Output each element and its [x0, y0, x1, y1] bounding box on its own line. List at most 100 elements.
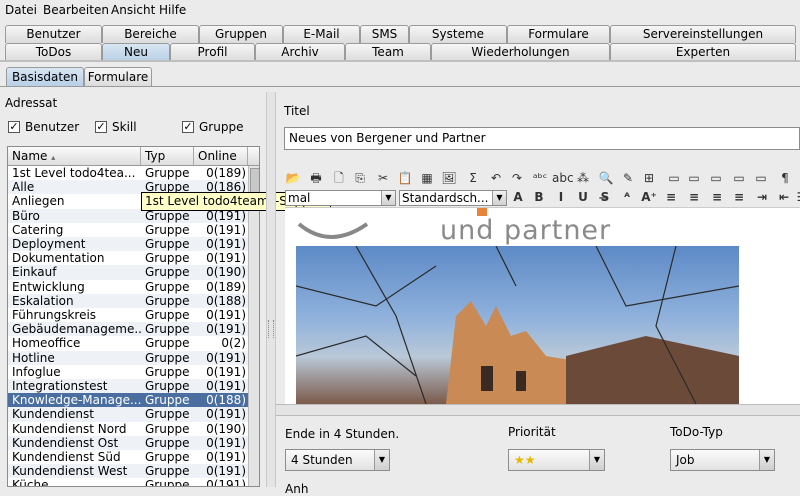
special-chars-icon[interactable]: ⁂ [575, 170, 591, 186]
font-smaller-icon[interactable]: ᴬ [619, 189, 635, 205]
tab-sms[interactable]: SMS [360, 25, 409, 43]
highlight-icon[interactable]: ✎ [620, 170, 636, 186]
menu-bearbeiten[interactable]: Bearbeiten [43, 3, 109, 17]
tab-systeme[interactable]: Systeme [409, 25, 507, 43]
print-icon[interactable]: 🖶 [308, 170, 324, 186]
list-scrollbar[interactable] [248, 166, 259, 486]
align-right-icon[interactable]: ≡ [709, 189, 725, 205]
todotyp-select[interactable]: Job ▼ [670, 449, 775, 471]
menu-ansicht[interactable]: Ansicht [111, 3, 155, 17]
list-item[interactable]: Hotline Gruppe 0(191) [8, 350, 248, 365]
tab-bereiche[interactable]: Bereiche [102, 25, 199, 43]
undo-icon[interactable]: ↶ [488, 170, 504, 186]
cell-online: 0(189) [206, 166, 246, 180]
list-item[interactable]: Kundendienst Gruppe 0(191) [8, 407, 248, 422]
sum-icon[interactable]: Σ [465, 170, 481, 186]
menu-datei[interactable]: Datei [5, 3, 37, 17]
subtab-formulare[interactable]: Formulare [84, 67, 152, 86]
list-item[interactable]: 1st Level todo4tea... Gruppe 0(189) [8, 166, 248, 180]
list-item[interactable]: Kundendienst Nord Gruppe 0(190) [8, 422, 248, 436]
redo-icon[interactable]: ↷ [509, 170, 525, 186]
list-item[interactable]: Entwicklung Gruppe 0(189) [8, 280, 248, 294]
tab-benutzer[interactable]: Benutzer [5, 25, 102, 43]
list-item[interactable]: Führungskreis Gruppe 0(191) [8, 308, 248, 322]
font-larger-icon[interactable]: A⁺ [641, 189, 657, 205]
list-icon[interactable]: ☰ [794, 189, 800, 205]
panel-splitter[interactable] [266, 92, 276, 487]
spellcheck-abc-icon[interactable]: abc [552, 170, 574, 186]
list-item[interactable]: Infoglue Gruppe 0(191) [8, 365, 248, 379]
column-header-name[interactable]: Name ▴ [8, 147, 141, 165]
print-preview-icon[interactable]: 🗋 [331, 170, 347, 186]
list-item[interactable]: Integrationstest Gruppe 0(191) [8, 379, 248, 394]
tab-archiv[interactable]: Archiv [255, 43, 345, 61]
splitter-grip[interactable] [268, 320, 274, 338]
frame-icon[interactable]: ▭ [708, 170, 724, 186]
list-item[interactable]: Einkauf Gruppe 0(190) [8, 265, 248, 280]
justify-icon[interactable]: ≡ [731, 189, 747, 205]
tab-neu[interactable]: Neu [102, 43, 170, 61]
tab-email[interactable]: E-Mail [283, 25, 360, 43]
outdent-icon[interactable]: ⇤ [776, 189, 792, 205]
font-color-icon[interactable]: A [510, 189, 526, 205]
font-family-select[interactable]: Standardsch... ▼ [399, 190, 507, 206]
titel-input[interactable]: Neues von Bergener und Partner [284, 127, 800, 150]
align-left-icon[interactable]: ≡ [663, 189, 679, 205]
list-item[interactable]: Kundendienst West Gruppe 0(191) [8, 464, 248, 479]
open-folder-icon[interactable]: 📂 [285, 170, 301, 186]
tab-profil[interactable]: Profil [170, 43, 255, 61]
cell-online: 0(191) [206, 435, 246, 450]
list-item[interactable]: Dokumentation Gruppe 0(191) [8, 251, 248, 265]
editor-resize-handle[interactable] [276, 404, 800, 416]
ende-select[interactable]: 4 Stunden ▼ [285, 449, 390, 471]
italic-icon[interactable]: I [553, 189, 569, 205]
list-item[interactable]: Küche Gruppe 0(191) [8, 478, 248, 486]
list-item[interactable]: Deployment Gruppe 0(191) [8, 237, 248, 252]
benutzer-checkbox[interactable]: ✓ [8, 121, 20, 133]
cut-icon[interactable]: ✂ [375, 170, 391, 186]
tab-gruppen[interactable]: Gruppen [199, 25, 283, 43]
find-icon[interactable]: 🔍 [598, 170, 614, 186]
frame-icon[interactable]: ▭ [753, 170, 769, 186]
tab-servereinstellungen[interactable]: Servereinstellungen [610, 25, 796, 43]
align-center-icon[interactable]: ≡ [686, 189, 702, 205]
list-item[interactable]: Kundendienst Süd Gruppe 0(191) [8, 450, 248, 464]
tab-team[interactable]: Team [345, 43, 431, 61]
strikethrough-icon[interactable]: S̶ [597, 189, 613, 205]
menu-hilfe[interactable]: Hilfe [159, 3, 186, 17]
cell-typ: Gruppe [145, 407, 190, 422]
copy-icon[interactable]: ⎘ [352, 170, 368, 186]
column-header-typ[interactable]: Typ [141, 147, 194, 165]
frame-icon[interactable]: ▭ [666, 170, 682, 186]
list-item[interactable]: Catering Gruppe 0(191) [8, 223, 248, 237]
tab-experten[interactable]: Experten [610, 43, 796, 61]
frame-icon[interactable]: ▭ [686, 170, 702, 186]
paste-icon[interactable]: 📋 [397, 170, 413, 186]
paragraph-format-select[interactable]: mal ▼ [285, 190, 396, 206]
indent-icon[interactable]: ⇥ [754, 189, 770, 205]
list-item[interactable]: Eskalation Gruppe 0(188) [8, 293, 248, 308]
subtab-basisdaten[interactable]: Basisdaten [6, 67, 84, 86]
tab-formulare[interactable]: Formulare [507, 25, 610, 43]
grid-icon[interactable]: ⊞ [641, 170, 657, 186]
list-item[interactable]: Gebäudemanageme... Gruppe 0(191) [8, 322, 248, 337]
rich-text-editor[interactable]: und partner [285, 207, 800, 404]
tab-wiederholungen[interactable]: Wiederholungen [431, 43, 610, 61]
table-icon[interactable]: ▦ [419, 170, 435, 186]
bold-icon[interactable]: B [531, 189, 547, 205]
cell-online: 0(191) [206, 364, 246, 379]
spellcheck-icon[interactable]: ᵃᵇᶜ [532, 170, 548, 186]
column-header-online[interactable]: Online [194, 147, 248, 165]
gruppe-checkbox[interactable]: ✓ [182, 121, 194, 133]
logo-text: und partner [440, 215, 612, 246]
tab-todos[interactable]: ToDos [5, 43, 102, 61]
list-item[interactable]: Homeoffice Gruppe 0(2) [8, 336, 248, 350]
frame-icon[interactable]: ▭ [731, 170, 747, 186]
underline-icon[interactable]: U [575, 189, 591, 205]
skill-checkbox[interactable]: ✓ [95, 121, 107, 133]
prioritaet-select[interactable]: ★★ ▼ [508, 449, 605, 471]
pilcrow-icon[interactable]: ¶ [777, 170, 793, 186]
list-item[interactable]: Knowledge-Manage... Gruppe 0(188) [8, 393, 248, 408]
list-item[interactable]: Kundendienst Ost Gruppe 0(191) [8, 435, 248, 450]
image-icon[interactable]: 🖼 [441, 170, 457, 186]
